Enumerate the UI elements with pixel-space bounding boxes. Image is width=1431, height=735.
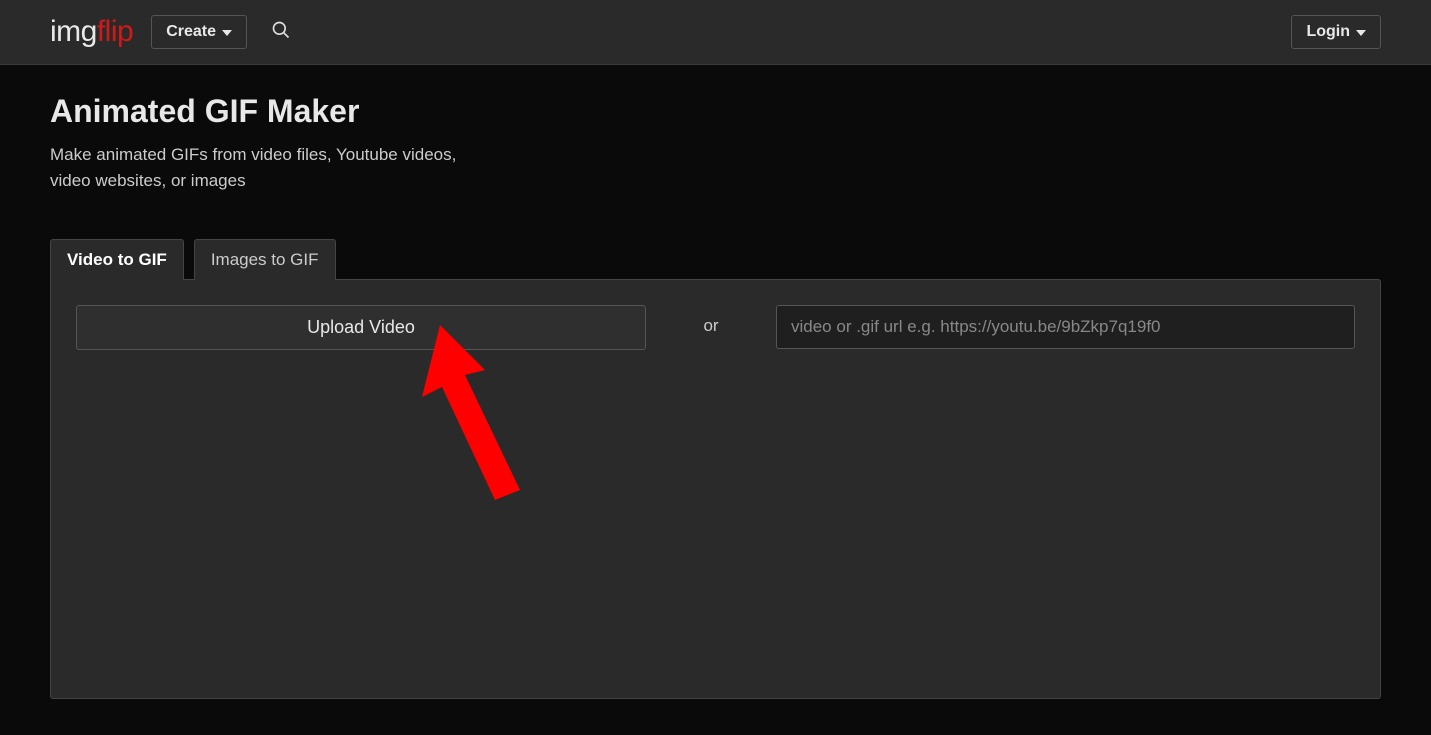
upload-video-button[interactable]: Upload Video <box>76 305 646 350</box>
tab-video-to-gif[interactable]: Video to GIF <box>50 239 184 280</box>
video-url-input[interactable] <box>776 305 1355 349</box>
login-button-label: Login <box>1306 23 1350 41</box>
create-button[interactable]: Create <box>151 15 247 49</box>
logo-text-img: img <box>50 15 97 48</box>
login-button[interactable]: Login <box>1291 15 1381 49</box>
search-icon[interactable] <box>265 14 297 51</box>
logo-text-flip: flip <box>97 15 133 48</box>
or-separator: or <box>646 305 776 336</box>
tab-panel: Upload Video or <box>50 279 1381 699</box>
chevron-down-icon <box>1356 30 1366 36</box>
tab-images-to-gif[interactable]: Images to GIF <box>194 239 336 280</box>
logo[interactable]: imgflip <box>50 15 133 49</box>
create-button-label: Create <box>166 23 216 41</box>
header-bar: imgflip Create Login <box>0 0 1431 65</box>
page-subtitle: Make animated GIFs from video files, You… <box>50 142 470 193</box>
chevron-down-icon <box>222 30 232 36</box>
page-title: Animated GIF Maker <box>50 93 1381 130</box>
main-content: Animated GIF Maker Make animated GIFs fr… <box>0 65 1431 727</box>
tabs: Video to GIF Images to GIF <box>50 238 1381 279</box>
